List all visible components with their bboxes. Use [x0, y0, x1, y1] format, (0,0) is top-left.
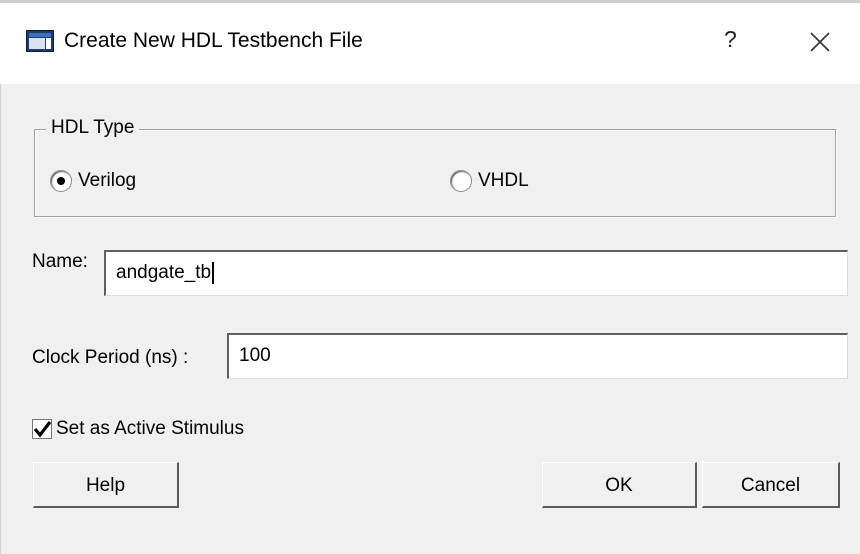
- active-stimulus-label: Set as Active Stimulus: [56, 418, 244, 439]
- clock-period-label: Clock Period (ns) :: [32, 347, 189, 368]
- radio-vhdl[interactable]: VHDL: [450, 170, 529, 192]
- radio-verilog-label: Verilog: [78, 170, 137, 191]
- text-caret: [212, 261, 215, 284]
- help-button[interactable]: Help: [33, 462, 179, 508]
- window-icon: [26, 30, 54, 52]
- ok-button[interactable]: OK: [542, 462, 697, 508]
- cancel-button[interactable]: Cancel: [702, 462, 840, 508]
- hdl-type-group-label: HDL Type: [46, 116, 140, 140]
- name-field[interactable]: andgate_tb: [104, 250, 848, 296]
- window-top-edge: [0, 0, 860, 3]
- active-stimulus-checkbox[interactable]: [32, 419, 52, 439]
- dialog-border: [0, 84, 1, 554]
- radio-selected-dot: [57, 177, 65, 185]
- radio-vhdl-button[interactable]: [450, 170, 472, 192]
- clock-period-value: 100: [239, 345, 271, 366]
- name-label: Name:: [32, 251, 88, 272]
- name-value: andgate_tb: [116, 262, 212, 283]
- close-icon[interactable]: [804, 26, 836, 58]
- hdl-type-group: [34, 129, 836, 217]
- title-bar: Create New HDL Testbench File ?: [0, 0, 860, 84]
- help-icon[interactable]: ?: [724, 24, 737, 54]
- radio-vhdl-label: VHDL: [478, 170, 529, 191]
- clock-period-field[interactable]: 100: [227, 333, 848, 379]
- radio-verilog[interactable]: Verilog: [50, 170, 136, 192]
- active-stimulus-checkbox-row[interactable]: Set as Active Stimulus: [32, 418, 244, 440]
- dialog-title: Create New HDL Testbench File: [64, 29, 363, 52]
- radio-verilog-button[interactable]: [50, 170, 72, 192]
